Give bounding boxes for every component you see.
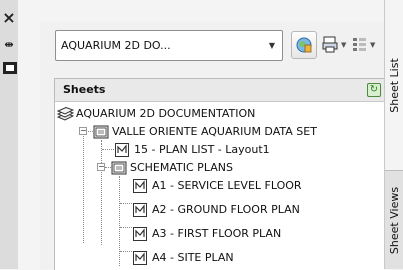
sheet-icon (133, 203, 147, 217)
chevron-down-icon[interactable]: ▼ (269, 31, 275, 60)
tree-root-label: AQUARIUM 2D DOCUMENTATION (76, 107, 256, 120)
sheet-icon (115, 143, 129, 157)
sheet-set-globe-icon[interactable] (291, 30, 317, 59)
tree-sheet-label: A2 - GROUND FLOOR PLAN (152, 203, 300, 216)
sheet-set-icon (57, 107, 74, 121)
publish-dropdown-icon[interactable]: ▼ (341, 41, 346, 49)
sheet-tree[interactable]: Sheets ↻ − − AQUARIUM 2D DOCUMENTATION V… (54, 78, 385, 270)
tree-sheet-label: A4 - SITE PLAN (152, 251, 234, 264)
tree-line (101, 144, 102, 245)
tree-subset[interactable]: VALLE ORIENTE AQUARIUM DATA SET (93, 123, 383, 141)
publish-icon[interactable] (322, 31, 339, 59)
tree-line (83, 127, 84, 243)
autohide-icon[interactable]: ⇹ (2, 39, 16, 51)
sheet-selections-icon[interactable] (352, 31, 368, 59)
palette-tool-strip: × ⇹ (0, 0, 18, 269)
sheet-icon (133, 227, 147, 241)
tree-sheet[interactable]: A2 - GROUND FLOOR PLAN (133, 201, 373, 219)
properties-icon[interactable] (3, 62, 17, 74)
tree-line (119, 176, 120, 266)
tree-sheet[interactable]: A1 - SERVICE LEVEL FLOOR (133, 177, 373, 195)
tree-line (102, 149, 116, 150)
tree-sheet[interactable]: 15 - PLAN LIST - Layout1 (115, 141, 375, 159)
tree-sheet-label: A3 - FIRST FLOOR PLAN (152, 227, 282, 240)
collapse-toggle[interactable]: − (97, 163, 105, 171)
subset-icon (111, 161, 127, 175)
tab-sheet-list-label: Sheet List (388, 57, 401, 113)
sheet-set-combo-value: AQUARIUM 2D DO... (61, 39, 171, 52)
sheet-set-manager-panel: AQUARIUM 2D DO... ▼ ▼ ▼ Sheets ↻ − − AQU… (40, 22, 385, 270)
tab-sheet-views-label: Sheet Views (388, 186, 402, 254)
tree-subset-label: VALLE ORIENTE AQUARIUM DATA SET (112, 125, 317, 138)
tab-sheet-views[interactable]: Sheet Views (385, 170, 403, 269)
sheet-selections-button[interactable]: ▼ (352, 29, 375, 60)
tab-sheet-list[interactable]: Sheet List (385, 0, 403, 170)
sheet-set-combo[interactable]: AQUARIUM 2D DO... ▼ (55, 30, 283, 61)
tree-sheet[interactable]: A3 - FIRST FLOOR PLAN (133, 225, 373, 243)
sheets-header: Sheets ↻ (55, 79, 385, 102)
tree-line (120, 227, 134, 228)
tree-sheet-label: 15 - PLAN LIST - Layout1 (134, 143, 270, 156)
sheet-selections-dropdown-icon[interactable]: ▼ (370, 41, 375, 49)
publish-button[interactable]: ▼ (322, 29, 346, 60)
sheet-set-globe-button[interactable] (291, 29, 317, 60)
tree-root[interactable]: AQUARIUM 2D DOCUMENTATION (57, 105, 377, 123)
sheet-icon (133, 179, 147, 193)
vertical-tab-strip: Sheet List Sheet Views (384, 0, 403, 269)
refresh-icon[interactable]: ↻ (367, 83, 381, 97)
subset-icon (93, 125, 109, 139)
tree-subset[interactable]: SCHEMATIC PLANS (111, 159, 371, 177)
close-icon[interactable]: × (2, 10, 16, 26)
tree-sheet[interactable]: A4 - SITE PLAN (133, 249, 373, 267)
tree-subset-label: SCHEMATIC PLANS (130, 161, 233, 174)
tree-line (120, 203, 134, 204)
collapse-toggle[interactable]: − (79, 127, 87, 135)
sheets-title: Sheets (63, 83, 106, 96)
sheet-icon (133, 251, 147, 265)
tree-line (120, 251, 134, 252)
tree-sheet-label: A1 - SERVICE LEVEL FLOOR (152, 179, 302, 192)
